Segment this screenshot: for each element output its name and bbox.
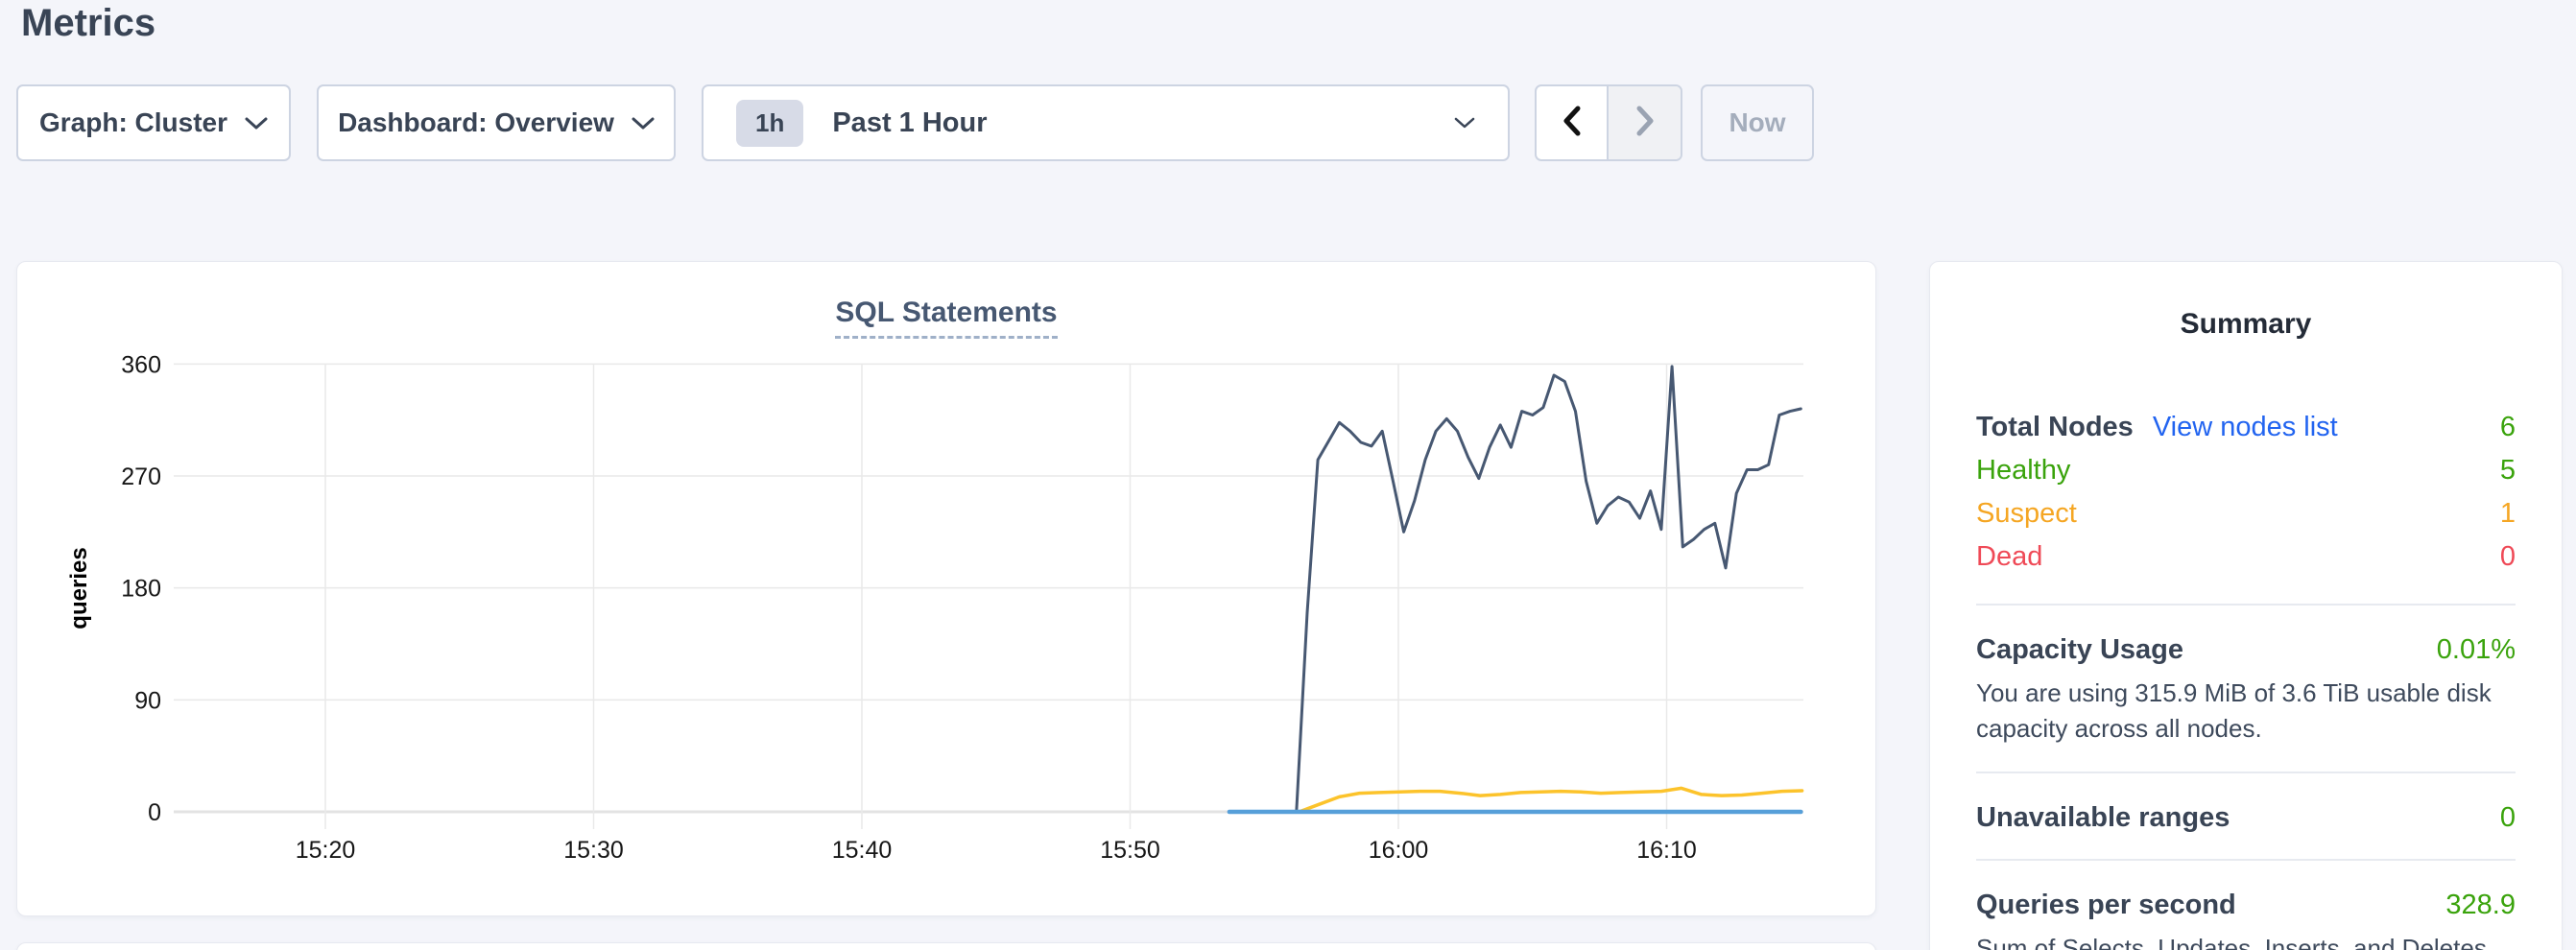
total-nodes-value: 6 bbox=[2500, 406, 2516, 449]
suspect-value: 1 bbox=[2500, 492, 2516, 535]
healthy-label: Healthy bbox=[1976, 449, 2070, 492]
chevron-down-icon bbox=[1454, 116, 1475, 130]
time-range-label: Past 1 Hour bbox=[832, 107, 987, 139]
capacity-usage-description: You are using 315.9 MiB of 3.6 TiB usabl… bbox=[1976, 676, 2516, 747]
previous-timespan-button[interactable] bbox=[1537, 86, 1609, 159]
svg-text:15:30: 15:30 bbox=[563, 837, 624, 864]
capacity-usage-label: Capacity Usage bbox=[1976, 634, 2183, 666]
graph-dropdown-label: Graph: Cluster bbox=[39, 107, 227, 138]
time-step-buttons bbox=[1535, 84, 1682, 161]
unavailable-ranges-label: Unavailable ranges bbox=[1976, 802, 2230, 834]
healthy-nodes-row: Healthy 5 bbox=[1976, 449, 2516, 492]
graph-dropdown[interactable]: Graph: Cluster bbox=[16, 84, 291, 161]
chevron-left-icon bbox=[1560, 105, 1585, 142]
suspect-label: Suspect bbox=[1976, 492, 2077, 535]
chart-title: SQL Statements bbox=[835, 297, 1057, 339]
unavailable-ranges-value: 0 bbox=[2500, 802, 2516, 834]
svg-text:15:40: 15:40 bbox=[832, 837, 893, 864]
chevron-down-icon bbox=[632, 116, 655, 131]
now-button[interactable]: Now bbox=[1701, 84, 1814, 161]
healthy-value: 5 bbox=[2500, 449, 2516, 492]
controls-bar: Graph: Cluster Dashboard: Overview 1h Pa… bbox=[0, 84, 2576, 161]
queries-per-second-section: Queries per second 328.9 Sum of Selects,… bbox=[1976, 890, 2516, 950]
divider bbox=[1976, 604, 2516, 606]
capacity-usage-value: 0.01% bbox=[2437, 634, 2516, 666]
dead-value: 0 bbox=[2500, 535, 2516, 579]
queries-per-second-label: Queries per second bbox=[1976, 890, 2236, 921]
chevron-right-icon bbox=[1633, 105, 1658, 142]
summary-panel: Summary Total Nodes View nodes list 6 He… bbox=[1929, 261, 2563, 950]
svg-text:90: 90 bbox=[134, 687, 161, 714]
svg-text:16:10: 16:10 bbox=[1636, 837, 1697, 864]
dashboard-dropdown[interactable]: Dashboard: Overview bbox=[317, 84, 676, 161]
time-range-badge: 1h bbox=[736, 100, 803, 147]
svg-text:15:50: 15:50 bbox=[1100, 837, 1160, 864]
svg-text:queries: queries bbox=[66, 547, 92, 629]
dashboard-dropdown-label: Dashboard: Overview bbox=[338, 107, 614, 138]
svg-text:15:20: 15:20 bbox=[296, 837, 356, 864]
queries-per-second-value: 328.9 bbox=[2445, 890, 2516, 921]
svg-text:180: 180 bbox=[121, 576, 161, 603]
total-nodes-row: Total Nodes View nodes list 6 bbox=[1976, 406, 2516, 449]
page-title: Metrics bbox=[21, 2, 155, 45]
view-nodes-list-link[interactable]: View nodes list bbox=[2153, 406, 2338, 449]
suspect-nodes-row: Suspect 1 bbox=[1976, 492, 2516, 535]
capacity-usage-section: Capacity Usage 0.01% You are using 315.9… bbox=[1976, 634, 2516, 747]
next-timespan-button[interactable] bbox=[1609, 86, 1681, 159]
time-range-picker[interactable]: 1h Past 1 Hour bbox=[702, 84, 1510, 161]
chevron-down-icon bbox=[245, 116, 268, 131]
summary-title: Summary bbox=[1976, 308, 2516, 341]
unavailable-ranges-section: Unavailable ranges 0 bbox=[1976, 802, 2516, 834]
divider bbox=[1976, 859, 2516, 861]
sql-statements-chart-card: 0 90 180 270 360 15:20 15:30 15:40 15:50 16:00 16:… bbox=[16, 261, 1876, 916]
svg-text:270: 270 bbox=[121, 463, 161, 490]
svg-text:16:00: 16:00 bbox=[1369, 837, 1429, 864]
next-chart-card-edge bbox=[16, 942, 1876, 950]
svg-text:360: 360 bbox=[121, 351, 161, 378]
divider bbox=[1976, 772, 2516, 773]
sql-statements-chart: 0 90 180 270 360 15:20 15:30 15:40 15:50 16:00 16:… bbox=[17, 262, 1877, 917]
total-nodes-label: Total Nodes bbox=[1976, 406, 2134, 449]
queries-per-second-description: Sum of Selects, Updates, Inserts, and De… bbox=[1976, 931, 2516, 950]
dead-nodes-row: Dead 0 bbox=[1976, 535, 2516, 579]
dead-label: Dead bbox=[1976, 535, 2042, 579]
svg-text:0: 0 bbox=[148, 799, 161, 826]
